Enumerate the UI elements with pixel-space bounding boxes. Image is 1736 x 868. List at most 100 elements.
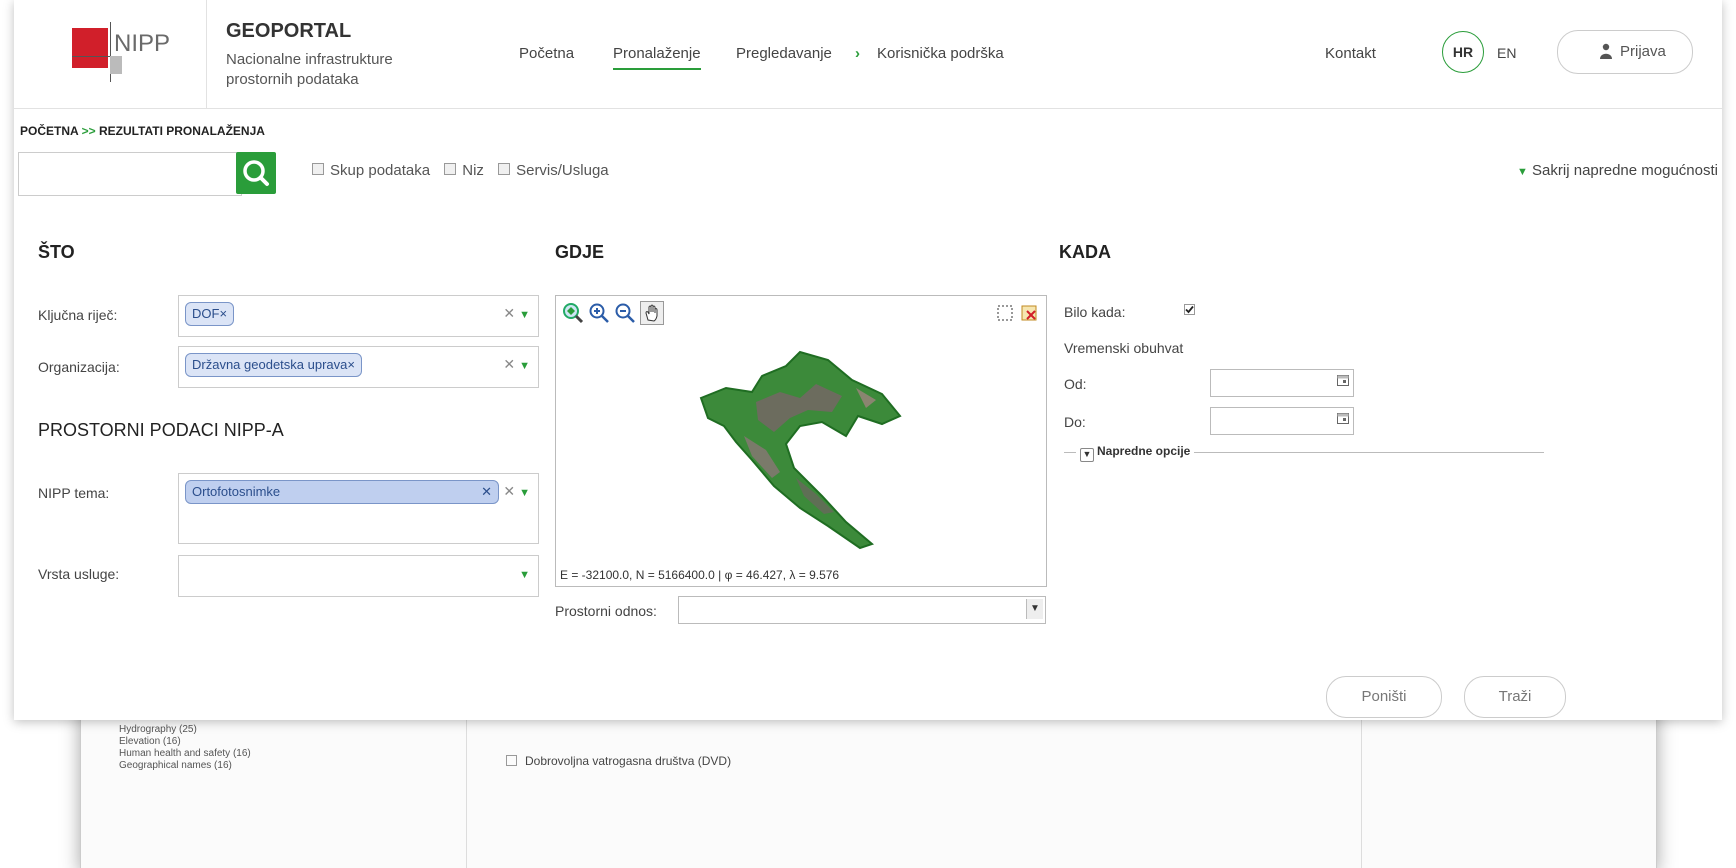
background-result-label: Dobrovoljna vatrogasna društva (DVD) — [525, 754, 732, 768]
site-title: GEOPORTAL — [226, 20, 352, 42]
keyword-tag-label: DOF — [192, 306, 220, 321]
date-to-label: Do: — [1064, 414, 1086, 430]
resource-type-filters: Skup podataka Niz Servis/Usluga — [312, 162, 619, 179]
organization-tag[interactable]: Državna geodetska uprava× — [185, 353, 362, 377]
advanced-options-label: Napredne opcije — [1097, 444, 1191, 458]
search-submit-button[interactable]: Traži — [1464, 676, 1566, 718]
breadcrumb: POČETNA >> REZULTATI PRONALAŽENJA — [20, 124, 265, 138]
clear-icon[interactable]: ✕ — [503, 356, 515, 372]
background-category: Human health and safety (16) — [119, 748, 251, 759]
filter-dataset-checkbox[interactable] — [312, 163, 324, 175]
filter-service-label: Servis/Usluga — [516, 162, 609, 179]
reset-button[interactable]: Poništi — [1326, 676, 1442, 718]
search-button[interactable] — [236, 152, 276, 194]
site-subtitle-line: Nacionalne infrastrukture — [226, 51, 393, 68]
breadcrumb-home[interactable]: POČETNA — [20, 124, 78, 138]
login-label: Prijava — [1620, 43, 1666, 60]
lang-hr-button[interactable]: HR — [1442, 31, 1484, 73]
advanced-options-expander[interactable]: ▼ Napredne opcije — [1076, 444, 1195, 462]
nipp-logo[interactable]: NIPP — [14, 0, 207, 108]
organization-tag-label: Državna geodetska uprava — [192, 357, 348, 372]
chevron-down-icon[interactable]: ▼ — [519, 487, 530, 499]
field-controls: ✕ ▼ — [503, 356, 530, 373]
lang-en-button[interactable]: EN — [1497, 45, 1516, 61]
chevron-right-icon: › — [855, 45, 860, 62]
nav-item-korisnicka-podrska[interactable]: Korisnička podrška — [877, 45, 1004, 62]
site-subtitle: Nacionalne infrastrukture prostornih pod… — [226, 50, 393, 90]
chevron-down-icon[interactable]: ▼ — [1026, 599, 1043, 619]
date-from-label: Od: — [1064, 376, 1087, 392]
search-input[interactable] — [18, 152, 242, 196]
background-result-item: Dobrovoljna vatrogasna društva (DVD) — [506, 754, 731, 768]
sto-title: ŠTO — [38, 242, 75, 262]
remove-tag-icon[interactable]: × — [219, 306, 227, 321]
croatia-map-image — [699, 350, 902, 550]
filter-series-label: Niz — [462, 162, 484, 179]
background-category: Hydrography (25) — [119, 724, 197, 735]
organization-label: Organizacija: — [38, 359, 120, 375]
field-controls: ▼ — [515, 565, 530, 581]
search-icon — [243, 160, 269, 186]
background-category: Elevation (16) — [119, 736, 181, 747]
date-from-input[interactable] — [1210, 369, 1354, 397]
nipp-theme-label: NIPP tema: — [38, 485, 110, 501]
advanced-options-toggle-label: Sakrij napredne mogućnosti — [1532, 162, 1718, 179]
chevron-down-icon[interactable]: ▼ — [519, 360, 530, 372]
organization-field[interactable]: Državna geodetska uprava× ✕ ▼ — [178, 346, 539, 388]
nipp-theme-tag-label: Ortofotosnimke — [192, 484, 281, 499]
clear-icon[interactable]: ✕ — [503, 483, 515, 499]
zoom-in-icon[interactable] — [588, 302, 610, 324]
gdje-title: GDJE — [555, 242, 605, 262]
service-type-field[interactable]: ▼ — [178, 555, 539, 597]
user-icon — [1600, 43, 1612, 59]
chevron-down-icon[interactable]: ▼ — [519, 569, 530, 581]
kada-title: KADA — [1059, 242, 1111, 262]
keyword-field[interactable]: DOF× ✕ ▼ — [178, 295, 539, 337]
nipp-section-title: PROSTORNI PODACI NIPP-A — [38, 420, 284, 440]
chevron-down-icon[interactable]: ▼ — [519, 309, 530, 321]
background-category: Geographical names (16) — [119, 760, 232, 771]
login-button[interactable]: Prijava — [1557, 30, 1693, 74]
nav-item-pregledavanje[interactable]: Pregledavanje — [736, 45, 832, 62]
contact-link[interactable]: Kontakt — [1325, 45, 1376, 62]
advanced-options-toggle[interactable]: ▼ Sakrij napredne mogućnosti — [1517, 162, 1722, 179]
keyword-tag[interactable]: DOF× — [185, 302, 235, 326]
calendar-icon[interactable] — [1337, 412, 1349, 424]
filter-dataset-label: Skup podataka — [330, 162, 431, 179]
filter-service-checkbox[interactable] — [498, 163, 511, 175]
chevron-down-icon: ▼ — [1516, 166, 1528, 178]
time-range-label: Vremenski obuhvat — [1064, 340, 1184, 356]
logo-grey-block — [110, 56, 122, 74]
remove-tag-icon[interactable]: × — [347, 357, 355, 372]
background-result-checkbox — [506, 755, 517, 766]
search-panel: NIPP GEOPORTAL Nacionalne infrastrukture… — [14, 0, 1722, 720]
date-to-input[interactable] — [1210, 407, 1354, 435]
nav-item-pronalazenje[interactable]: Pronalaženje — [613, 45, 701, 70]
calendar-icon[interactable] — [1337, 374, 1349, 386]
field-controls: ✕ ▼ — [503, 483, 530, 500]
clear-icon[interactable]: ✕ — [503, 305, 515, 321]
zoom-out-icon[interactable] — [614, 302, 636, 324]
service-type-label: Vrsta usluge: — [38, 566, 120, 582]
breadcrumb-separator: >> — [81, 124, 96, 138]
site-header: NIPP GEOPORTAL Nacionalne infrastrukture… — [14, 0, 1722, 109]
remove-tag-icon[interactable]: ✕ — [481, 481, 492, 503]
clear-selection-icon[interactable] — [1020, 304, 1038, 322]
breadcrumb-current: REZULTATI PRONALAŽENJA — [98, 124, 265, 138]
zoom-to-extent-icon[interactable] — [562, 302, 584, 324]
spatial-relation-select[interactable]: ▼ — [678, 596, 1046, 624]
filter-series-checkbox[interactable] — [444, 163, 457, 175]
keyword-label: Ključna riječ: — [38, 307, 118, 323]
field-controls: ✕ ▼ — [503, 305, 530, 322]
anytime-label: Bilo kada: — [1064, 304, 1126, 320]
nipp-theme-field[interactable]: Ortofotosnimke ✕ ✕ ▼ — [178, 473, 539, 544]
anytime-checkbox[interactable] — [1184, 304, 1195, 315]
pan-hand-icon[interactable] — [640, 301, 664, 325]
site-subtitle-line: prostornih podataka — [226, 71, 359, 88]
map-viewer[interactable]: E = -32100.0, N = 5166400.0 | φ = 46.427… — [555, 295, 1047, 587]
nav-item-pocetna[interactable]: Početna — [519, 45, 574, 62]
box-select-icon[interactable] — [996, 304, 1014, 322]
spatial-relation-label: Prostorni odnos: — [555, 603, 657, 619]
nipp-theme-tag[interactable]: Ortofotosnimke ✕ — [185, 480, 499, 504]
logo-text: NIPP — [114, 30, 171, 57]
